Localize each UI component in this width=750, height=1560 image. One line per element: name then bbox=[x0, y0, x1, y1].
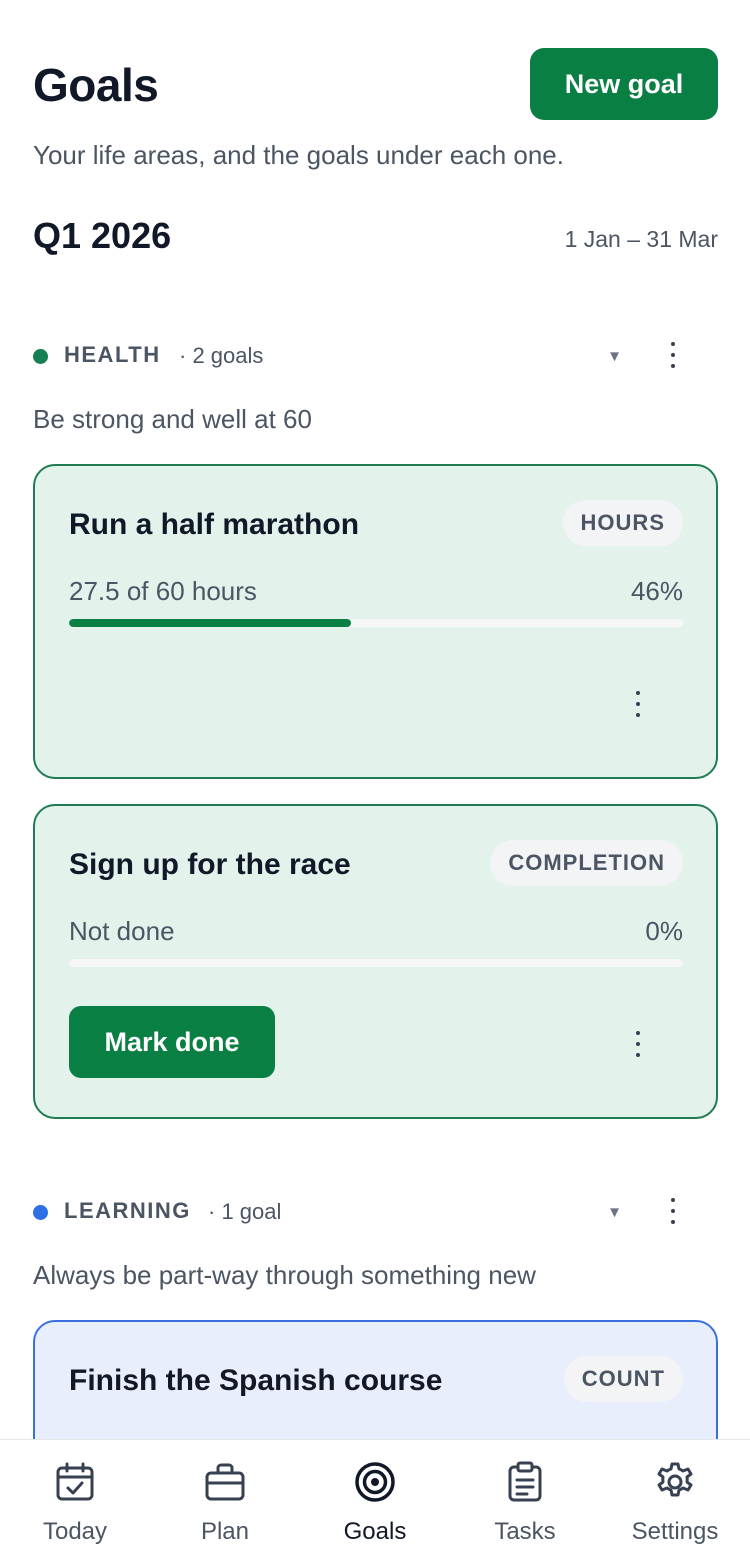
goal-progress-track bbox=[69, 619, 683, 627]
area-color-dot bbox=[33, 1205, 48, 1220]
new-goal-button[interactable]: New goal bbox=[530, 48, 718, 120]
area-color-dot bbox=[33, 349, 48, 364]
mark-done-button[interactable]: Mark done bbox=[69, 1006, 275, 1078]
tab-label: Today bbox=[42, 1518, 108, 1545]
tab-plan[interactable]: Plan bbox=[150, 1440, 300, 1560]
goal-title: Finish the Spanish course bbox=[69, 1364, 443, 1397]
quarter-title: Q1 2026 bbox=[33, 215, 172, 256]
goal-progress-percent: 0% bbox=[645, 916, 683, 946]
area-more-menu-icon[interactable] bbox=[662, 1194, 684, 1228]
gear-icon bbox=[657, 1462, 693, 1497]
clipboard-icon bbox=[508, 1461, 542, 1502]
goal-card-run-half-marathon[interactable]: Run a half marathon HOURS 27.5 of 60 hou… bbox=[33, 464, 718, 779]
area-header-learning[interactable]: LEARNING · 1 goal ▼ bbox=[33, 1192, 718, 1232]
area-description: Always be part-way through something new bbox=[33, 1260, 536, 1290]
area-goal-count: · 1 goal bbox=[208, 1199, 282, 1224]
tab-label: Plan bbox=[200, 1518, 250, 1545]
goal-progress-percent: 46% bbox=[630, 576, 683, 606]
tab-today[interactable]: Today bbox=[0, 1440, 150, 1560]
goal-type-badge: COMPLETION bbox=[490, 840, 683, 886]
goal-title: Sign up for the race bbox=[69, 848, 351, 881]
tab-goals[interactable]: Goals bbox=[300, 1440, 450, 1560]
tab-tasks[interactable]: Tasks bbox=[450, 1440, 600, 1560]
goals-scroll-area[interactable]: Goals New goal Your life areas, and the … bbox=[0, 0, 750, 1439]
area-goal-count: · 2 goals bbox=[179, 343, 264, 368]
collapse-caret-icon[interactable]: ▼ bbox=[607, 348, 622, 365]
goal-type-badge: COUNT bbox=[563, 1356, 683, 1402]
quarter-date-range: 1 Jan – 31 Mar bbox=[564, 226, 718, 252]
goal-progress-text: 27.5 of 60 hours bbox=[69, 576, 257, 606]
tab-settings[interactable]: Settings bbox=[600, 1440, 750, 1560]
goal-title: Run a half marathon bbox=[69, 508, 360, 541]
calendar-check-icon bbox=[56, 1462, 94, 1501]
bottom-tab-bar: Today Plan Goals Tasks Settings bbox=[0, 1439, 750, 1560]
goal-more-menu-icon[interactable] bbox=[627, 688, 649, 720]
area-name: HEALTH bbox=[64, 342, 161, 367]
tab-label: Tasks bbox=[494, 1518, 556, 1545]
goal-type-badge: HOURS bbox=[562, 500, 683, 546]
tab-label: Goals bbox=[343, 1518, 407, 1545]
goal-progress-fill bbox=[69, 619, 352, 627]
collapse-caret-icon[interactable]: ▼ bbox=[607, 1204, 622, 1221]
goal-progress-track bbox=[69, 959, 683, 967]
area-header-health[interactable]: HEALTH · 2 goals ▼ bbox=[33, 336, 718, 376]
area-more-menu-icon[interactable] bbox=[662, 338, 684, 372]
page-title: Goals bbox=[33, 59, 159, 111]
briefcase-icon bbox=[205, 1463, 245, 1501]
area-name: LEARNING bbox=[64, 1198, 191, 1223]
area-description: Be strong and well at 60 bbox=[33, 404, 312, 434]
goal-card-sign-up-race[interactable]: Sign up for the race COMPLETION Not done… bbox=[33, 804, 718, 1119]
tab-label: Settings bbox=[631, 1518, 719, 1545]
goal-card-spanish-course[interactable]: Finish the Spanish course COUNT bbox=[33, 1320, 718, 1439]
target-icon bbox=[355, 1462, 395, 1502]
page-subtitle: Your life areas, and the goals under eac… bbox=[33, 140, 564, 170]
goal-more-menu-icon[interactable] bbox=[627, 1028, 649, 1060]
goal-progress-text: Not done bbox=[69, 916, 175, 946]
